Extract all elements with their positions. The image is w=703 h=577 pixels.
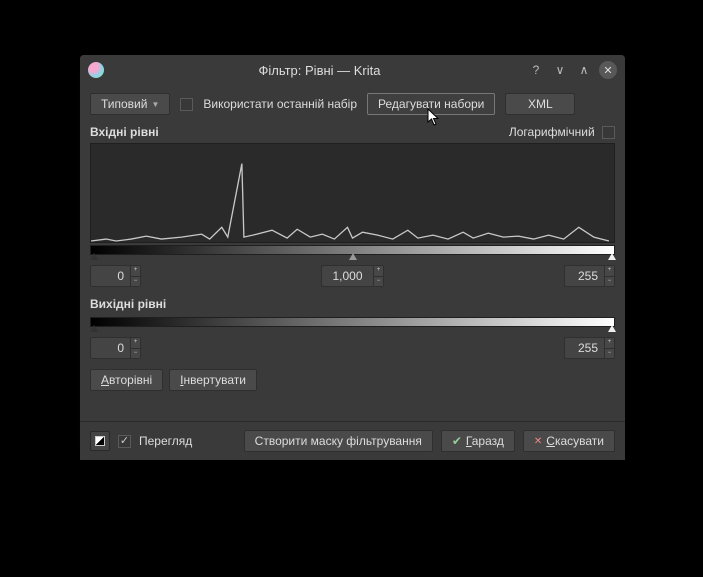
- krita-icon: [88, 62, 104, 78]
- output-white-spinbox[interactable]: 255 +−: [564, 337, 615, 359]
- help-button[interactable]: ?: [527, 61, 545, 79]
- spin-down-icon[interactable]: −: [131, 349, 140, 359]
- auto-levels-button[interactable]: ААвторівнівторівні: [90, 369, 163, 391]
- input-white-slider[interactable]: [608, 253, 616, 260]
- input-gamma-spinbox[interactable]: 1,000 +−: [321, 265, 384, 287]
- input-black-value[interactable]: 0: [90, 265, 130, 287]
- output-slider-track[interactable]: [90, 327, 615, 333]
- preview-label: Перегляд: [139, 434, 192, 448]
- cancel-icon: ✕: [534, 436, 542, 447]
- logarithmic-checkbox[interactable]: [602, 126, 615, 139]
- spin-down-icon[interactable]: −: [374, 277, 383, 287]
- check-icon: ✔: [452, 434, 462, 448]
- use-last-preset-checkbox[interactable]: [180, 98, 193, 111]
- histogram: [90, 143, 615, 243]
- dialog-footer: Перегляд Створити маску фільтрування ✔ Г…: [80, 421, 625, 460]
- titlebar[interactable]: Фільтр: Рівні — Krita ? ∨ ∧ ✕: [80, 55, 625, 85]
- input-white-spinbox[interactable]: 255 +−: [564, 265, 615, 287]
- preview-checkbox[interactable]: [118, 435, 131, 448]
- output-levels-title: Вихідні рівні: [90, 297, 615, 311]
- config-icon-button[interactable]: [90, 431, 110, 451]
- output-white-value[interactable]: 255: [564, 337, 604, 359]
- input-gamma-slider[interactable]: [349, 253, 357, 260]
- invert-button[interactable]: ІІнвертуватинвертувати: [169, 369, 257, 391]
- spin-up-icon[interactable]: +: [374, 266, 383, 277]
- input-black-spinbox[interactable]: 0 +−: [90, 265, 141, 287]
- window-title: Фільтр: Рівні — Krita: [112, 63, 527, 78]
- edit-presets-button[interactable]: Редагувати набори: [367, 93, 495, 115]
- spin-up-icon[interactable]: +: [131, 338, 140, 349]
- input-levels-title: Вхідні рівні: [90, 125, 159, 139]
- input-gamma-value[interactable]: 1,000: [321, 265, 373, 287]
- output-black-slider[interactable]: [90, 325, 98, 332]
- cancel-button[interactable]: ✕ Скасувати: [523, 430, 615, 452]
- close-button[interactable]: ✕: [599, 61, 617, 79]
- spin-down-icon[interactable]: −: [131, 277, 140, 287]
- output-white-slider[interactable]: [608, 325, 616, 332]
- input-slider-track[interactable]: [90, 255, 615, 261]
- create-filter-mask-button[interactable]: Створити маску фільтрування: [244, 430, 433, 452]
- spin-up-icon[interactable]: +: [131, 266, 140, 277]
- use-last-preset-label: Використати останній набір: [203, 97, 357, 111]
- output-black-spinbox[interactable]: 0 +−: [90, 337, 141, 359]
- preset-dropdown[interactable]: Типовий ▼: [90, 93, 170, 115]
- minimize-button[interactable]: ∨: [551, 61, 569, 79]
- spin-up-icon[interactable]: +: [605, 338, 614, 349]
- spin-down-icon[interactable]: −: [605, 349, 614, 359]
- maximize-button[interactable]: ∧: [575, 61, 593, 79]
- input-black-slider[interactable]: [90, 253, 98, 260]
- input-white-value[interactable]: 255: [564, 265, 604, 287]
- spin-up-icon[interactable]: +: [605, 266, 614, 277]
- xml-button[interactable]: XML: [505, 93, 575, 115]
- spin-down-icon[interactable]: −: [605, 277, 614, 287]
- output-gradient: [90, 317, 615, 327]
- preset-label: Типовий: [101, 97, 147, 111]
- chevron-down-icon: ▼: [151, 100, 159, 109]
- ok-button[interactable]: ✔ Гаразд: [441, 430, 515, 452]
- output-black-value[interactable]: 0: [90, 337, 130, 359]
- logarithmic-label: Логарифмічний: [509, 125, 595, 139]
- dialog-window: Фільтр: Рівні — Krita ? ∨ ∧ ✕ Типовий ▼ …: [80, 55, 625, 460]
